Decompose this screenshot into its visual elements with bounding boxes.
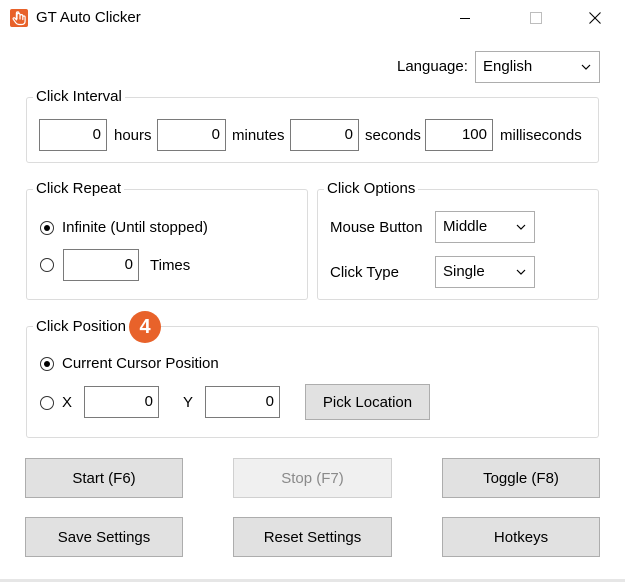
chevron-down-icon [581,52,591,82]
close-icon [589,12,601,24]
seconds-input[interactable]: 0 [290,119,359,151]
infinite-label: Infinite (Until stopped) [62,219,208,236]
click-repeat-legend: Click Repeat [33,180,125,198]
x-input[interactable]: 0 [84,386,159,418]
chevron-down-icon [516,257,526,287]
language-label: Language: [397,58,468,75]
close-button[interactable] [572,0,618,36]
mouse-button-select[interactable]: Middle [435,211,535,243]
mouse-button-value: Middle [443,218,488,235]
y-label: Y [183,394,194,411]
chevron-down-icon [516,212,526,242]
xy-radio[interactable] [40,396,54,410]
hours-label: hours [114,127,152,144]
hotkeys-button[interactable]: Hotkeys [442,517,600,557]
app-hand-icon [10,9,28,27]
save-settings-button[interactable]: Save Settings [25,517,183,557]
click-type-label: Click Type [330,264,399,281]
maximize-icon [530,12,542,24]
window-title: GT Auto Clicker [36,9,141,26]
click-repeat-group [26,189,308,300]
click-options-legend: Click Options [324,180,419,198]
minimize-button[interactable] [442,0,488,36]
stop-button[interactable]: Stop (F7) [233,458,392,498]
reset-settings-button[interactable]: Reset Settings [233,517,392,557]
times-label: Times [150,257,191,274]
step-badge: 4 [129,311,161,343]
current-cursor-label: Current Cursor Position [62,355,219,372]
minutes-input[interactable]: 0 [157,119,226,151]
repeat-times-input[interactable]: 0 [63,249,139,281]
milliseconds-input[interactable]: 100 [425,119,493,151]
seconds-label: seconds [365,127,421,144]
current-cursor-radio[interactable] [40,357,54,371]
toggle-button[interactable]: Toggle (F8) [442,458,600,498]
x-label: X [62,394,73,411]
infinite-radio[interactable] [40,221,54,235]
click-type-select[interactable]: Single [435,256,535,288]
start-button[interactable]: Start (F6) [25,458,183,498]
pick-location-button[interactable]: Pick Location [305,384,430,420]
times-radio[interactable] [40,258,54,272]
language-value: English [483,58,533,75]
title-bar: GT Auto Clicker [0,0,625,36]
click-position-legend: Click Position [33,318,130,336]
click-interval-legend: Click Interval [33,88,125,106]
language-select[interactable]: English [475,51,600,83]
hours-input[interactable]: 0 [39,119,107,151]
click-type-value: Single [443,263,485,280]
y-input[interactable]: 0 [205,386,280,418]
milliseconds-label: milliseconds [500,127,582,144]
click-position-group [26,326,599,438]
minimize-icon [460,18,470,19]
minutes-label: minutes [232,127,285,144]
mouse-button-label: Mouse Button [330,219,423,236]
maximize-button[interactable] [513,0,559,36]
